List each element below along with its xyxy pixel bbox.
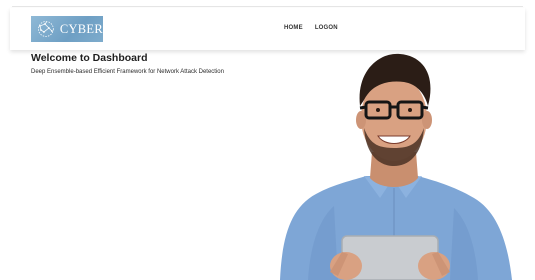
top-divider (12, 6, 523, 7)
network-globe-icon (38, 21, 54, 37)
hero-image (280, 53, 512, 280)
nav-logon-link[interactable]: LOGON (315, 25, 338, 31)
nav-home-link[interactable]: HOME (284, 25, 303, 31)
navbar: CYBER HOME LOGON (10, 8, 525, 50)
nav-menu: HOME LOGON (284, 25, 338, 31)
page-subtitle: Deep Ensemble-based Efficient Framework … (31, 69, 224, 75)
page-title: Welcome to Dashboard (31, 52, 148, 64)
page: CYBER HOME LOGON Welcome to Dashboard De… (0, 0, 535, 280)
brand-name: CYBER (59, 21, 103, 36)
brand-logo[interactable]: CYBER (31, 16, 103, 42)
